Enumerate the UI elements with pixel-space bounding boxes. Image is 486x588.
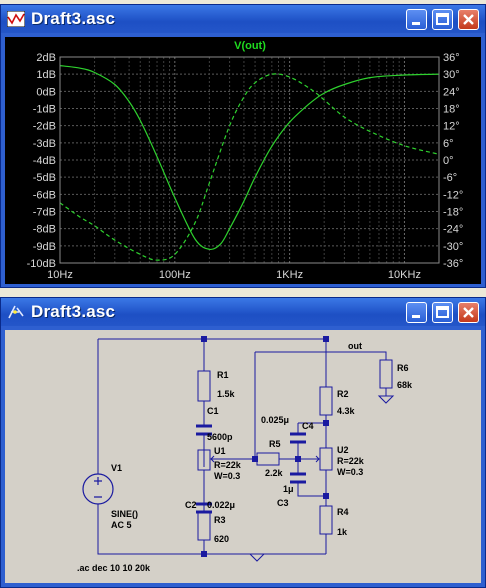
maximize-button[interactable] (432, 302, 453, 323)
spice-directive[interactable]: .ac dec 10 10 20k (77, 563, 151, 573)
y-left-tick-label: -7dB (33, 207, 56, 219)
v1-ref[interactable]: V1 (111, 463, 122, 473)
y-left-tick-label: 1dB (36, 69, 56, 81)
ground-icon (249, 553, 265, 562)
r2-value[interactable]: 4.3k (337, 406, 356, 416)
v1-func[interactable]: SINE() (111, 509, 138, 519)
maximize-button[interactable] (432, 9, 453, 30)
u1-r[interactable]: R=22k (214, 460, 242, 470)
schematic-frame: out R1 1.5k C1 5600p U1 R=22k W=0.3 C2 0… (5, 330, 481, 583)
r5-ref[interactable]: R5 (269, 439, 281, 449)
resistor-r5 (256, 452, 280, 466)
minimize-button[interactable] (406, 9, 427, 30)
u1-ref[interactable]: U1 (214, 446, 226, 456)
y-left-tick-label: 0dB (36, 86, 56, 98)
y-right-tick-label: -6° (443, 172, 457, 184)
voltage-source-v1 (82, 473, 114, 505)
net-label-out[interactable]: out (348, 341, 362, 351)
potentiometer-u2 (319, 447, 333, 471)
r4-value[interactable]: 1k (337, 527, 348, 537)
resistor-r1 (197, 370, 211, 402)
c1-ref[interactable]: C1 (207, 406, 219, 416)
r6-ref[interactable]: R6 (397, 363, 409, 373)
c2-value[interactable]: 0.022μ (207, 500, 235, 510)
r2-ref[interactable]: R2 (337, 389, 349, 399)
resistor-r3 (197, 511, 211, 541)
resistor-r2 (319, 386, 333, 416)
plot-title-bar[interactable]: Draft3.asc (1, 5, 485, 33)
schematic-title-bar[interactable]: Draft3.asc (1, 298, 485, 326)
u2-wiper (313, 455, 320, 463)
u1-w[interactable]: W=0.3 (214, 471, 240, 481)
close-button[interactable] (458, 302, 479, 323)
y-left-tick-label: -3dB (33, 138, 56, 150)
y-left-tick-label: -4dB (33, 155, 56, 167)
schematic-icon (8, 305, 24, 319)
y-right-tick-label: 18° (443, 104, 460, 116)
v1-ac[interactable]: AC 5 (111, 520, 132, 530)
y-left-tick-label: -2dB (33, 121, 56, 133)
close-button[interactable] (458, 9, 479, 30)
capacitor-c4 (290, 432, 306, 444)
y-right-tick-label: -30° (443, 241, 463, 253)
plot-window: Draft3.asc V(out) 2dB 36° 1dB 30° 0dB 24° -1dB… (0, 4, 486, 288)
c4-value[interactable]: 0.025μ (261, 415, 289, 425)
waveform-icon (7, 11, 25, 27)
c1-value[interactable]: 5600p (207, 432, 233, 442)
schematic-canvas[interactable]: out R1 1.5k C1 5600p U1 R=22k W=0.3 C2 0… (5, 330, 481, 583)
x-tick-label: 100Hz (159, 269, 191, 281)
maximize-icon (436, 13, 449, 25)
r5-value[interactable]: 2.2k (265, 468, 284, 478)
minimize-button[interactable] (406, 302, 427, 323)
capacitor-c3 (290, 472, 306, 484)
y-right-tick-label: 12° (443, 121, 460, 133)
y-left-tick-label: 2dB (36, 52, 56, 64)
trace-label[interactable]: V(out) (234, 40, 266, 52)
x-tick-label: 1KHz (276, 269, 303, 281)
y-left-tick-label: -8dB (33, 224, 56, 236)
u2-w[interactable]: W=0.3 (337, 467, 363, 477)
r4-ref[interactable]: R4 (337, 507, 349, 517)
y-left-tick-label: -5dB (33, 172, 56, 184)
bode-plot[interactable]: V(out) 2dB 36° 1dB 30° 0dB 24° -1dB 18° -2dB 12° -… (5, 37, 481, 284)
ground-icon (377, 395, 395, 404)
r1-value[interactable]: 1.5k (217, 389, 236, 399)
c3-ref[interactable]: C3 (277, 498, 289, 508)
y-right-tick-label: 30° (443, 69, 460, 81)
r3-ref[interactable]: R3 (214, 515, 226, 525)
resistor-r6 (379, 359, 393, 389)
y-right-tick-label: 36° (443, 52, 460, 64)
maximize-icon (436, 306, 449, 318)
plot-frame: V(out) 2dB 36° 1dB 30° 0dB 24° -1dB 18° -2dB 12° -… (5, 37, 481, 284)
schematic-window: Draft3.asc out R1 1.5k C1 5600p U1 R=22k… (0, 297, 486, 588)
c3-value[interactable]: 1μ (283, 484, 294, 494)
minimize-icon (412, 22, 420, 25)
plot-window-title: Draft3.asc (31, 9, 116, 28)
r3-value[interactable]: 620 (214, 534, 229, 544)
schematic-window-title: Draft3.asc (31, 302, 116, 321)
u2-ref[interactable]: U2 (337, 445, 349, 455)
r6-value[interactable]: 68k (397, 380, 413, 390)
minimize-icon (412, 315, 420, 318)
y-left-tick-label: -6dB (33, 189, 56, 201)
y-right-tick-label: -24° (443, 224, 463, 236)
c2-ref[interactable]: C2 (185, 500, 197, 510)
r1-ref[interactable]: R1 (217, 370, 229, 380)
c4-ref[interactable]: C4 (302, 421, 314, 431)
y-right-tick-label: -36° (443, 258, 463, 270)
y-right-tick-label: 24° (443, 86, 460, 98)
y-left-tick-label: -1dB (33, 104, 56, 116)
resistor-r4 (319, 505, 333, 535)
y-right-tick-label: -12° (443, 189, 463, 201)
y-right-tick-label: 0° (443, 155, 454, 167)
y-right-tick-label: -18° (443, 207, 463, 219)
y-right-tick-label: 6° (443, 138, 454, 150)
x-tick-label: 10Hz (47, 269, 73, 281)
y-left-tick-label: -9dB (33, 241, 56, 253)
x-tick-label: 10KHz (388, 269, 421, 281)
u2-r[interactable]: R=22k (337, 456, 365, 466)
close-icon (463, 14, 474, 25)
close-icon (463, 307, 474, 318)
